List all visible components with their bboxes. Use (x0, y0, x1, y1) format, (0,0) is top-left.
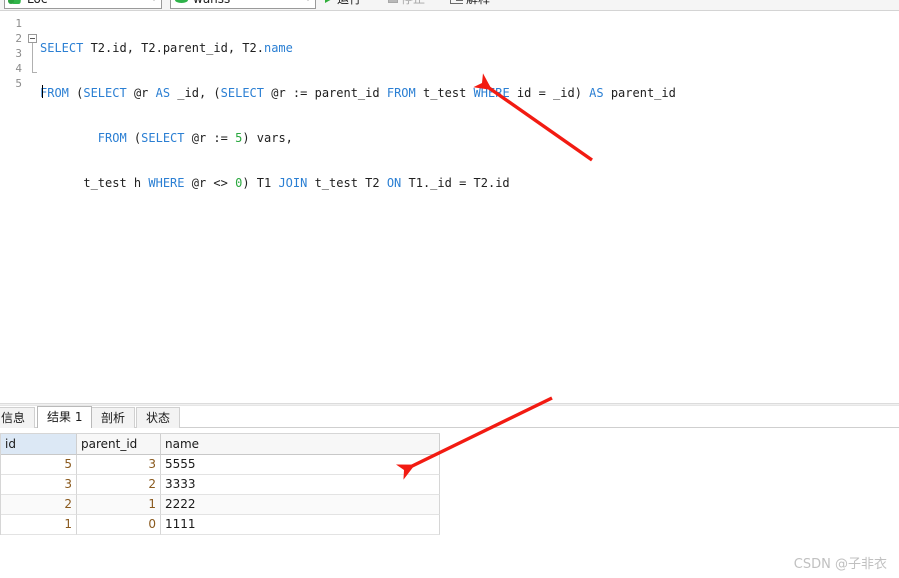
connection-icon (8, 0, 23, 6)
line-number: 3 (15, 47, 22, 60)
chevron-down-icon[interactable]: ▾ (301, 0, 315, 8)
fold-collapse-icon[interactable] (28, 34, 37, 43)
line-number: 4 (15, 62, 22, 75)
database-value: wanss (189, 0, 301, 6)
line-number: 5 (15, 77, 22, 90)
fold-range-line (32, 43, 33, 72)
run-button[interactable]: 运行 (322, 0, 364, 8)
connection-selector[interactable]: Loc ▾ (4, 0, 162, 9)
stop-icon (388, 0, 398, 3)
csdn-watermark: CSDN @子非衣 (793, 557, 887, 572)
explain-button[interactable]: 解释 (447, 0, 493, 8)
code-line: SELECT T2.id, T2.parent_id, T2.name (40, 41, 293, 55)
code-line: t_test h WHERE @r <> 0) T1 JOIN t_test T… (40, 176, 510, 190)
cell-name[interactable]: 3333 (161, 475, 440, 495)
table-header-row: id parent_id name (1, 434, 440, 455)
cell-id[interactable]: 1 (1, 515, 77, 535)
table-row[interactable]: 5 3 5555 (1, 455, 440, 475)
column-header-parent-id[interactable]: parent_id (77, 434, 161, 455)
fold-range-end (32, 72, 37, 73)
database-icon (174, 0, 189, 6)
table-row[interactable]: 3 2 3333 (1, 475, 440, 495)
tab-result[interactable]: 结果 1 (37, 406, 93, 428)
table-row[interactable]: 1 0 1111 (1, 515, 440, 535)
cell-parent-id[interactable]: 2 (77, 475, 161, 495)
tab-profile[interactable]: 剖析 (91, 407, 136, 428)
column-header-id[interactable]: id (1, 434, 77, 455)
column-header-name[interactable]: name (161, 434, 440, 455)
table-row[interactable]: 2 1 2222 (1, 495, 440, 515)
cell-id[interactable]: 2 (1, 495, 77, 515)
stop-button-label: 停止 (401, 0, 425, 7)
sql-editor[interactable]: 1 2 3 4 5 SELECT T2.id, T2.parent_id, T2… (0, 11, 899, 403)
tab-status[interactable]: 状态 (136, 407, 181, 428)
cell-name[interactable]: 2222 (161, 495, 440, 515)
toolbar: Loc ▾ wanss ▾ 运行 停止 解释 (0, 0, 899, 11)
cell-parent-id[interactable]: 3 (77, 455, 161, 475)
sql-code-text[interactable]: SELECT T2.id, T2.parent_id, T2.name FROM… (40, 11, 899, 403)
result-grid: id parent_id name 5 3 5555 3 2 3333 2 1 … (0, 433, 440, 535)
run-button-label: 运行 (337, 0, 361, 7)
code-line: FROM (SELECT @r AS _id, (SELECT @r := pa… (40, 86, 676, 100)
cell-parent-id[interactable]: 0 (77, 515, 161, 535)
cell-id[interactable]: 5 (1, 455, 77, 475)
code-line: FROM (SELECT @r := 5) vars, (97, 131, 293, 145)
code-fold-column (26, 11, 38, 403)
cell-name[interactable]: 5555 (161, 455, 440, 475)
database-selector[interactable]: wanss ▾ (170, 0, 316, 9)
explain-icon (450, 0, 463, 4)
result-tab-strip: 信息 结果 1 剖析 状态 (0, 406, 899, 428)
line-number: 2 (15, 32, 22, 45)
connection-value: Loc (23, 0, 147, 6)
stop-button: 停止 (385, 0, 428, 8)
line-number: 1 (15, 17, 22, 30)
chevron-down-icon[interactable]: ▾ (147, 0, 161, 8)
cell-name[interactable]: 1111 (161, 515, 440, 535)
line-number-gutter: 1 2 3 4 5 (0, 11, 25, 403)
cell-id[interactable]: 3 (1, 475, 77, 495)
text-cursor (42, 85, 43, 98)
explain-button-label: 解释 (466, 0, 490, 7)
play-icon (325, 0, 334, 3)
tab-info[interactable]: 信息 (0, 407, 36, 428)
cell-parent-id[interactable]: 1 (77, 495, 161, 515)
